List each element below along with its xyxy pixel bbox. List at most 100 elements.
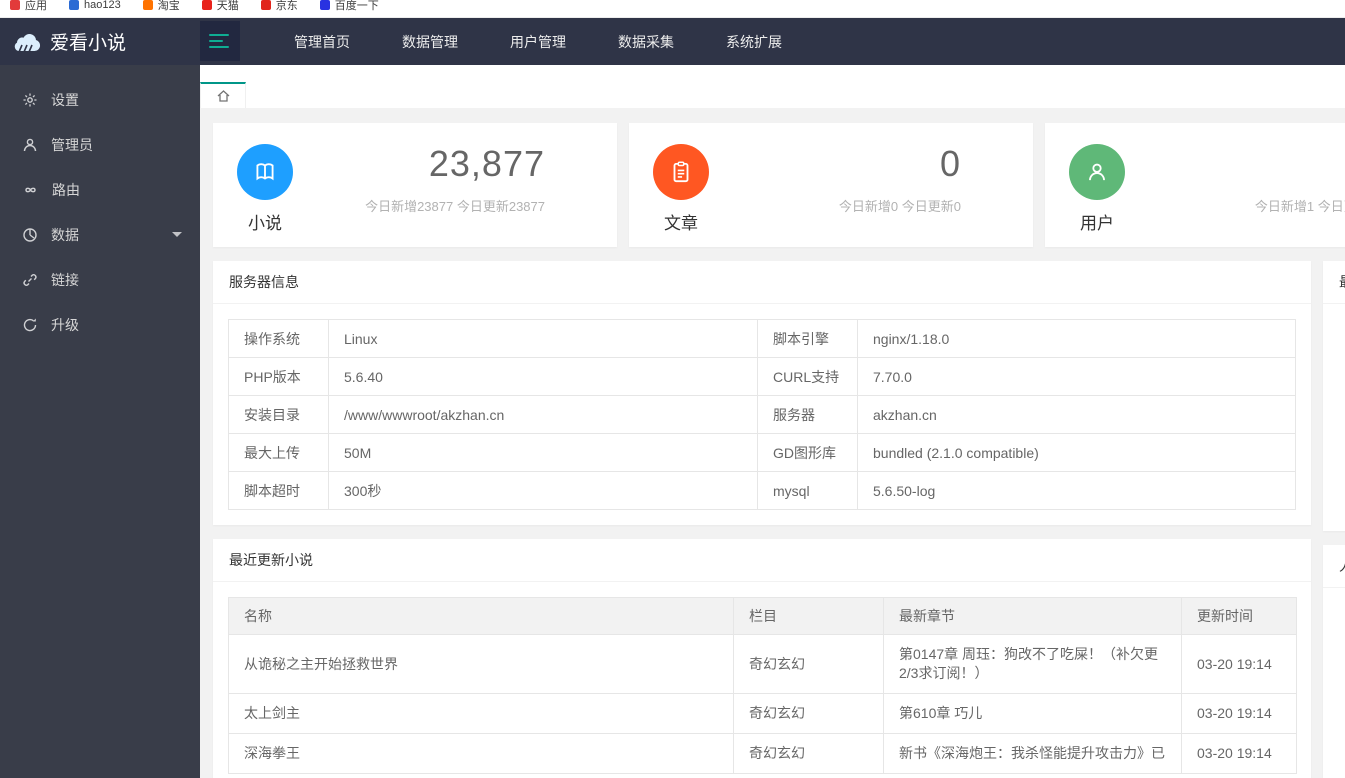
column-header-category: 栏目 [733,597,884,635]
novel-category: 奇幻玄幻 [733,634,884,694]
server-value: 50M [328,433,758,472]
top-nav: 管理首页 数据管理 用户管理 数据采集 系统扩展 [268,18,808,65]
panel-title: 最近更新小说 [213,539,1311,582]
stat-card-subtitle: 今日新增23877 今日更新23877 [365,198,545,214]
column-header-chapter: 最新章节 [883,597,1182,635]
sidebar-item-label: 管理员 [51,136,93,153]
bookmark-favicon [201,0,212,10]
sidebar-item-admins[interactable]: 管理员 [0,122,200,167]
link-icon [23,273,37,286]
bookmark-label: 应用 [25,0,47,12]
novel-latest-chapter: 第610章 巧儿 [883,693,1182,734]
sidebar-item-routes[interactable]: 路由 [0,167,200,212]
server-key: 安装目录 [228,395,329,434]
stat-card-label: 文章 [664,214,698,233]
server-value: 300秒 [328,471,758,510]
server-value: Linux [328,319,758,358]
nav-item-data-manage[interactable]: 数据管理 [376,18,484,65]
bookmark-favicon [319,0,330,10]
stat-card-novels: 小说 23,877 今日新增23877 今日更新23877 [213,123,617,247]
route-icon [25,187,36,192]
nav-item-user-manage[interactable]: 用户管理 [484,18,592,65]
home-icon [217,90,229,102]
sidebar-item-links[interactable]: 链接 [0,257,200,302]
bookmark-item[interactable]: 京东 [260,0,298,12]
bookmark-item[interactable]: 百度一下 [319,0,379,12]
bookmark-item[interactable]: 天猫 [201,0,239,12]
novel-latest-chapter: 第0147章 周珏：狗改不了吃屎！（补欠更2/3求订阅！） [883,634,1182,694]
sidebar-item-settings[interactable]: 设置 [0,77,200,122]
table-row: 从诡秘之主开始拯救世界 奇幻玄幻 第0147章 周珏：狗改不了吃屎！（补欠更2/… [228,634,1297,694]
main-content: 小说 23,877 今日新增23877 今日更新23877 文章 0 今日新增0… [200,108,1345,778]
bookmark-label: 百度一下 [334,0,379,12]
bookmark-item[interactable]: hao123 [69,0,121,11]
stat-card-articles: 文章 0 今日新增0 今日更新0 [629,123,1033,247]
server-info-table: 操作系统 Linux 脚本引擎 nginx/1.18.0 PHP版本 5.6.4… [228,319,1296,510]
bookmark-favicon [69,0,79,10]
panel-title: 服务器信息 [213,261,1311,304]
server-value: 5.6.50-log [857,471,1296,510]
bookmark-item[interactable]: 应用 [10,0,47,12]
bookmark-favicon [260,0,271,10]
table-row: 操作系统 Linux 脚本引擎 nginx/1.18.0 [228,319,1296,358]
server-key: 服务器 [757,395,858,434]
sidebar-item-data[interactable]: 数据 [0,212,200,257]
column-header-name: 名称 [228,597,734,635]
server-key: 脚本超时 [228,471,329,510]
upgrade-icon [23,318,37,331]
sidebar-item-label: 升级 [51,316,79,333]
right-panel-top-clipped: 最 [1323,261,1345,531]
app-title: 爱看小说 [50,33,127,54]
user-icon [1069,144,1125,200]
server-value: 5.6.40 [328,357,758,396]
nav-item-system-extend[interactable]: 系统扩展 [700,18,808,65]
stat-card-value: 0 [939,143,961,184]
sidebar-item-label: 链接 [51,271,79,288]
bookmark-item[interactable]: 淘宝 [142,0,180,12]
sidebar-toggle-button[interactable] [200,21,240,61]
table-row: PHP版本 5.6.40 CURL支持 7.70.0 [228,357,1296,396]
server-key: CURL支持 [757,357,858,396]
novel-update-time: 03-20 19:14 [1181,693,1297,734]
stat-card-value: 23,877 [428,143,545,184]
bookmark-favicon [10,0,20,10]
novel-name[interactable]: 从诡秘之主开始拯救世界 [228,634,734,694]
stat-card-users: 用户 2 今日新增1 今日更新1 [1045,123,1345,247]
table-row: 太上剑主 奇幻玄幻 第610章 巧儿 03-20 19:14 [228,693,1297,734]
tab-bar [200,65,1345,108]
stat-card-label: 小说 [248,214,282,233]
chevron-down-icon [172,232,182,237]
server-value: bundled (2.1.0 compatible) [857,433,1296,472]
data-chart-icon [23,227,37,242]
bookmark-label: 天猫 [216,0,239,12]
stat-card-subtitle: 今日新增0 今日更新0 [838,198,961,214]
sidebar-item-upgrade[interactable]: 升级 [0,302,200,347]
novel-name[interactable]: 深海拳王 [228,733,734,774]
novel-category: 奇幻玄幻 [733,733,884,774]
bookmark-label: hao123 [84,0,121,11]
server-key: 最大上传 [228,433,329,472]
novel-latest-chapter: 新书《深海炮王：我杀怪能提升攻击力》已 [883,733,1182,774]
novel-name[interactable]: 太上剑主 [228,693,734,734]
stat-card-subtitle: 今日新增1 今日更新1 [1254,198,1345,214]
server-key: 脚本引擎 [757,319,858,358]
browser-bookmarks-bar: 应用 hao123 淘宝 天猫 京东 百度一下 [0,0,1345,18]
admin-user-icon [23,138,37,151]
bookmark-label: 京东 [275,0,298,12]
table-header-row: 名称 栏目 最新章节 更新时间 [228,597,1297,635]
app-header: 爱看小说 管理首页 数据管理 用户管理 数据采集 系统扩展 [0,18,1345,65]
novel-update-time: 03-20 19:14 [1181,634,1297,694]
sidebar-item-label: 设置 [51,91,79,108]
stat-card-label: 用户 [1080,214,1114,233]
server-key: mysql [757,471,858,510]
tab-home[interactable] [200,82,246,108]
nav-item-data-collect[interactable]: 数据采集 [592,18,700,65]
right-panel-bottom-clipped: 人 [1323,545,1345,778]
table-row: 脚本超时 300秒 mysql 5.6.50-log [228,471,1296,510]
server-key: 操作系统 [228,319,329,358]
panel-title: 人 [1323,545,1345,588]
nav-item-admin-home[interactable]: 管理首页 [268,18,376,65]
server-info-panel: 服务器信息 操作系统 Linux 脚本引擎 nginx/1.18.0 PHP版本… [213,261,1311,525]
novel-category: 奇幻玄幻 [733,693,884,734]
article-icon [653,144,709,200]
